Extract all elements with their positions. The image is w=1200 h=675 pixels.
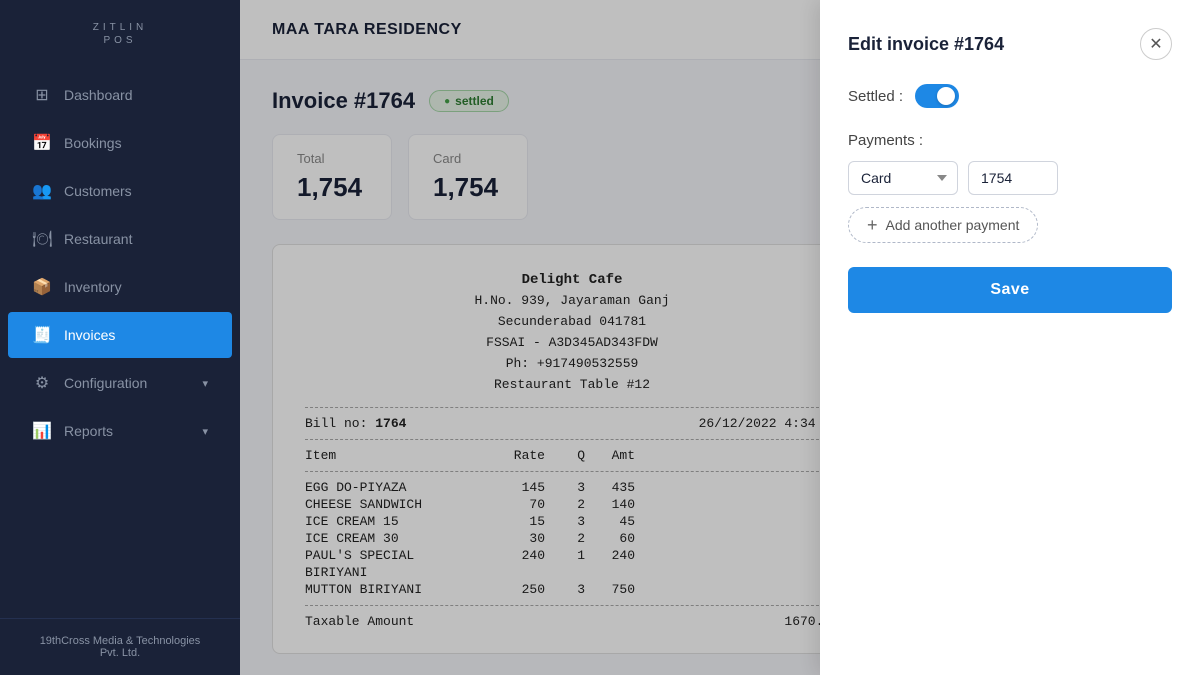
sidebar-label-restaurant: Restaurant xyxy=(64,231,132,247)
sidebar-label-configuration: Configuration xyxy=(64,375,147,391)
logo-text: ZITLIN xyxy=(24,22,216,33)
add-payment-label: Add another payment xyxy=(886,217,1020,233)
customers-icon: 👥 xyxy=(32,181,52,201)
settled-toggle[interactable] xyxy=(915,84,959,108)
invoices-icon: 🧾 xyxy=(32,325,52,345)
dashboard-icon: ⊞ xyxy=(32,85,52,105)
payment-row-1: Card Cash UPI Other xyxy=(848,161,1172,195)
sidebar-label-customers: Customers xyxy=(64,183,132,199)
plus-icon: + xyxy=(867,216,878,234)
sidebar-label-bookings: Bookings xyxy=(64,135,122,151)
chevron-down-icon-reports: ▾ xyxy=(202,425,208,438)
payment-amount-input[interactable] xyxy=(968,161,1058,195)
restaurant-icon: 🍽 xyxy=(32,229,52,249)
payments-section: Payments : Card Cash UPI Other + Add ano… xyxy=(848,132,1172,243)
payments-label: Payments : xyxy=(848,132,1172,149)
sidebar-item-reports[interactable]: 📊 Reports ▾ xyxy=(8,408,232,454)
sidebar-item-configuration[interactable]: ⚙ Configuration ▾ xyxy=(8,360,232,406)
sidebar-item-invoices[interactable]: 🧾 Invoices xyxy=(8,312,232,358)
sidebar-label-dashboard: Dashboard xyxy=(64,87,133,103)
sidebar: ZITLIN POS ⊞ Dashboard 📅 Bookings 👥 Cust… xyxy=(0,0,240,675)
sidebar-nav: ⊞ Dashboard 📅 Bookings 👥 Customers 🍽 Res… xyxy=(0,62,240,618)
toggle-slider xyxy=(915,84,959,108)
close-button[interactable]: ✕ xyxy=(1140,28,1172,60)
settled-row: Settled : xyxy=(848,84,1172,108)
settled-label: Settled : xyxy=(848,88,903,105)
sidebar-item-dashboard[interactable]: ⊞ Dashboard xyxy=(8,72,232,118)
edit-panel: Edit invoice #1764 ✕ Settled : Payments … xyxy=(820,0,1200,675)
sidebar-item-bookings[interactable]: 📅 Bookings xyxy=(8,120,232,166)
sidebar-item-customers[interactable]: 👥 Customers xyxy=(8,168,232,214)
main-content: MAA TARA RESIDENCY demo Invoice #1764 se… xyxy=(240,0,1200,675)
sidebar-label-reports: Reports xyxy=(64,423,113,439)
payment-type-select[interactable]: Card Cash UPI Other xyxy=(848,161,958,195)
edit-panel-title: Edit invoice #1764 xyxy=(848,34,1004,55)
sidebar-logo: ZITLIN POS xyxy=(0,0,240,62)
configuration-icon: ⚙ xyxy=(32,373,52,393)
add-payment-button[interactable]: + Add another payment xyxy=(848,207,1038,243)
bookings-icon: 📅 xyxy=(32,133,52,153)
sidebar-item-restaurant[interactable]: 🍽 Restaurant xyxy=(8,216,232,262)
sidebar-label-invoices: Invoices xyxy=(64,327,115,343)
reports-icon: 📊 xyxy=(32,421,52,441)
edit-panel-header: Edit invoice #1764 ✕ xyxy=(848,28,1172,60)
logo-sub: POS xyxy=(24,35,216,46)
sidebar-footer: 19thCross Media & TechnologiesPvt. Ltd. xyxy=(0,618,240,675)
sidebar-label-inventory: Inventory xyxy=(64,279,122,295)
save-button[interactable]: Save xyxy=(848,267,1172,313)
sidebar-item-inventory[interactable]: 📦 Inventory xyxy=(8,264,232,310)
inventory-icon: 📦 xyxy=(32,277,52,297)
chevron-down-icon: ▾ xyxy=(202,377,208,390)
